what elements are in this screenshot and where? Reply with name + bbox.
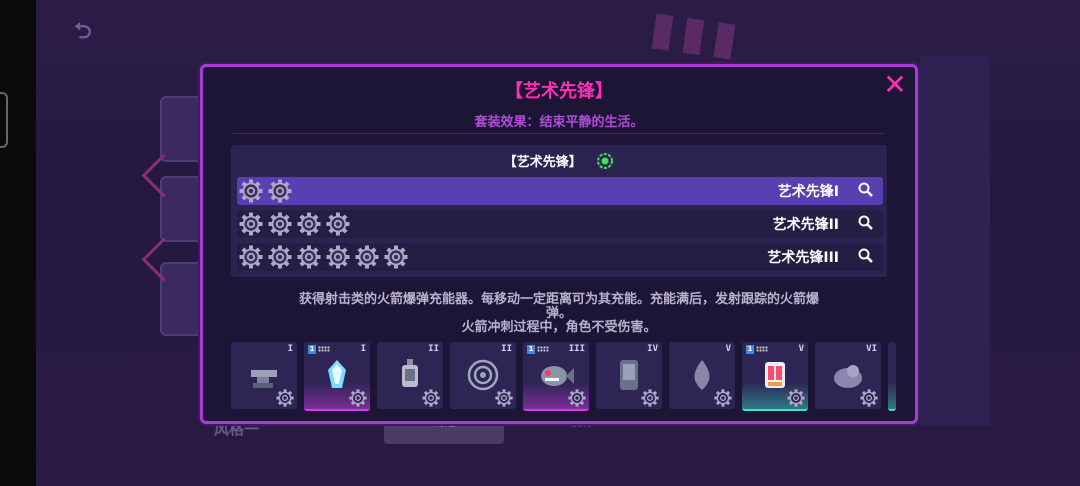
gear-icon xyxy=(422,389,440,407)
close-icon[interactable]: ✕ xyxy=(881,71,909,99)
tier-name: 艺术先锋I xyxy=(777,184,839,200)
tier-name: 艺术先锋III xyxy=(767,250,839,266)
item-tier-numeral: II xyxy=(501,344,512,354)
background-banner: ▮▮▮ xyxy=(560,0,880,66)
item-slot-partial[interactable] xyxy=(888,342,896,411)
item-slot[interactable]: IV xyxy=(596,342,662,409)
gear-icon xyxy=(268,245,297,269)
item-slot[interactable]: V1 xyxy=(742,342,808,411)
gear-icon xyxy=(714,389,732,407)
background-side-panel xyxy=(920,56,990,426)
gear-icon xyxy=(326,245,355,269)
gear-icon xyxy=(297,245,326,269)
description-line: 弹。 xyxy=(545,306,572,321)
item-slot[interactable]: I1 xyxy=(304,342,370,411)
gear-icons xyxy=(239,245,413,269)
set-bonus-dialog: 【艺术先锋】 ✕ 套装效果：结束平静的生活。 【艺术先锋】 艺术先锋I 艺术先锋… xyxy=(200,64,918,424)
magnifier-icon[interactable] xyxy=(857,214,875,232)
gear-icon xyxy=(297,212,326,236)
item-dots-icon xyxy=(537,346,549,352)
gear-icons xyxy=(239,179,297,203)
magnifier-icon[interactable] xyxy=(857,181,875,199)
dialog-title: 【艺术先锋】 xyxy=(505,81,613,102)
tier-name: 艺术先锋II xyxy=(772,217,839,233)
item-tier-numeral: III xyxy=(568,344,585,354)
description-line: 火箭冲刺过程中，角色不受伤害。 xyxy=(461,320,657,335)
gear-icon xyxy=(326,212,355,236)
gear-icon xyxy=(355,245,384,269)
item-tier-numeral: IV xyxy=(647,344,658,354)
gear-icon xyxy=(641,389,659,407)
item-tier-numeral: I xyxy=(287,344,293,354)
item-slot[interactable]: II xyxy=(377,342,443,409)
gear-icons xyxy=(239,212,355,236)
item-dots-icon xyxy=(756,346,768,352)
divider xyxy=(233,133,885,134)
item-slot[interactable]: VI xyxy=(815,342,881,409)
gear-icon xyxy=(239,179,268,203)
item-tier-numeral: V xyxy=(725,344,731,354)
item-dots-icon xyxy=(318,346,330,352)
gear-icon xyxy=(268,179,297,203)
description-line: 获得射击类的火箭爆弹充能器。每移动一定距离可为其充能。充能满后，发射跟踪的火箭爆 xyxy=(298,292,819,307)
item-badge: 1 xyxy=(527,345,535,354)
back-icon[interactable]: ⮌ xyxy=(74,14,92,52)
item-slot[interactable]: I xyxy=(231,342,297,409)
tier-row-2[interactable]: 艺术先锋II xyxy=(237,210,883,238)
item-strip: I I 1 II II III 1 IV V V 1 VI xyxy=(231,342,897,411)
gear-icon xyxy=(239,212,268,236)
gear-icon xyxy=(860,389,878,407)
side-handle[interactable] xyxy=(0,92,8,148)
gear-icon xyxy=(268,212,297,236)
item-badge: 1 xyxy=(308,345,316,354)
magnifier-icon[interactable] xyxy=(857,247,875,265)
tier-panel-title: 【艺术先锋】 xyxy=(503,155,582,170)
gear-icon xyxy=(787,389,805,407)
tier-row-3[interactable]: 艺术先锋III xyxy=(237,243,883,271)
item-tier-numeral: I xyxy=(360,344,366,354)
gear-icon xyxy=(349,389,367,407)
gear-icon xyxy=(495,389,513,407)
tier-panel-header: 【艺术先锋】 xyxy=(231,151,887,170)
item-slot[interactable]: V xyxy=(669,342,735,409)
item-tier-numeral: V xyxy=(798,344,804,354)
item-slot[interactable]: III 1 xyxy=(523,342,589,411)
system-left-bar xyxy=(0,0,36,486)
green-ring-icon xyxy=(597,152,614,169)
item-tier-numeral: II xyxy=(428,344,439,354)
item-tier-numeral: VI xyxy=(866,344,877,354)
item-slot[interactable]: II xyxy=(450,342,516,409)
set-effect-text: 套装效果：结束平静的生活。 xyxy=(474,115,644,130)
tier-row-1[interactable]: 艺术先锋I xyxy=(237,177,883,205)
tier-panel: 【艺术先锋】 艺术先锋I 艺术先锋II 艺术先锋III xyxy=(231,145,887,277)
gear-icon xyxy=(239,245,268,269)
gear-icon xyxy=(276,389,294,407)
gear-icon xyxy=(384,245,413,269)
item-badge: 1 xyxy=(746,345,754,354)
set-description: 获得射击类的火箭爆弹充能器。每移动一定距离可为其充能。充能满后，发射跟踪的火箭爆… xyxy=(243,293,875,335)
gear-icon xyxy=(568,389,586,407)
banner-art: ▮▮▮ xyxy=(646,0,748,67)
